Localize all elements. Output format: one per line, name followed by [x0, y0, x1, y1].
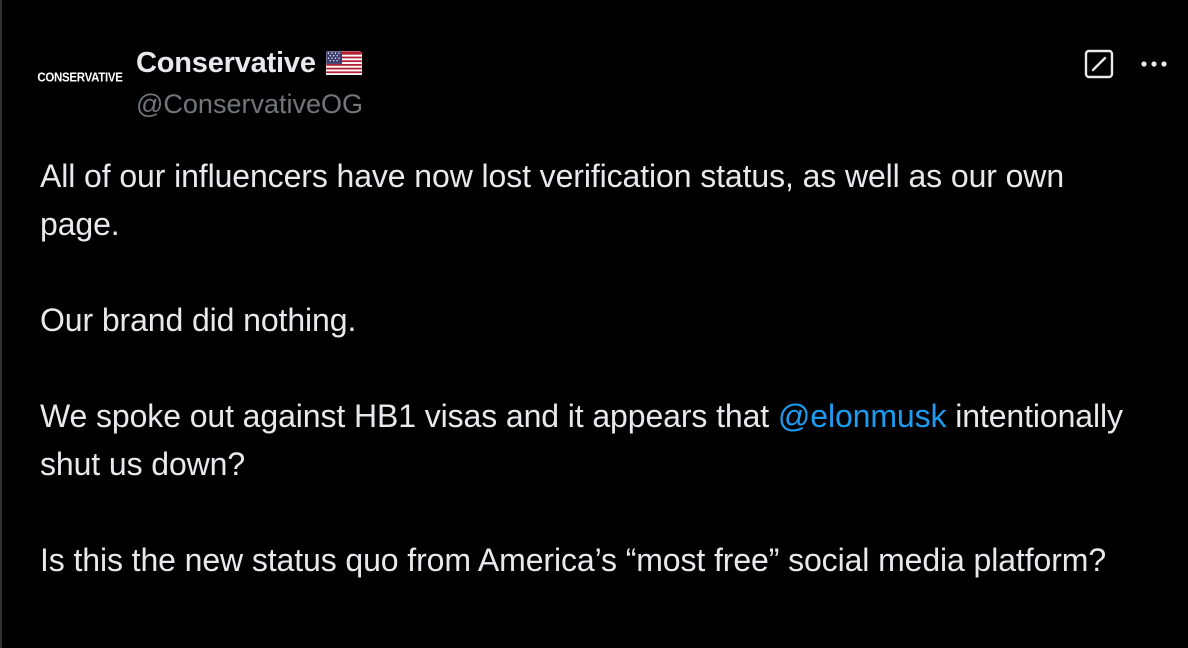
us-flag-icon [325, 51, 362, 75]
mention-link[interactable]: @elonmusk [778, 398, 947, 434]
tweet-paragraph: Our brand did nothing. [40, 302, 357, 338]
tweet-paragraph: We spoke out against HB1 visas and it ap… [40, 392, 1150, 488]
timeline-divider [0, 0, 2, 648]
avatar-logo-text: CONSERVATIVE [37, 71, 123, 85]
avatar[interactable]: CONSERVATIVE [37, 38, 123, 118]
author-handle[interactable]: @ConservativeOG [136, 86, 363, 122]
tweet-paragraph: All of our influencers have now lost ver… [40, 158, 1065, 242]
author-name-row: Conservative [136, 44, 362, 82]
display-name[interactable]: Conservative [136, 47, 316, 80]
more-horizontal-icon[interactable] [1136, 50, 1172, 78]
tweet-text-segment: We spoke out against HB1 visas and it ap… [40, 398, 778, 434]
tweet-paragraph: Is this the new status quo from America’… [40, 542, 1107, 578]
grok-icon[interactable] [1083, 48, 1115, 80]
tweet-text: All of our influencers have now lost ver… [40, 152, 1150, 632]
